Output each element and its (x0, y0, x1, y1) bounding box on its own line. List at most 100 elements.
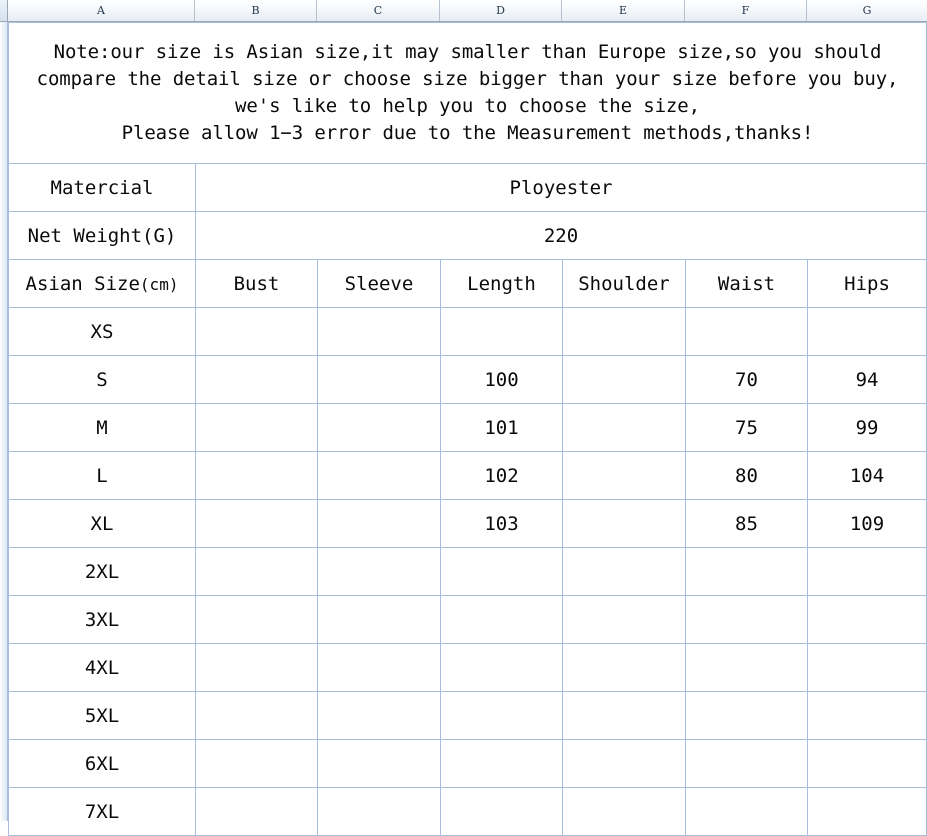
table-row: 6XL (8, 739, 927, 788)
cell-length (440, 595, 563, 644)
cell-waist (685, 595, 808, 644)
note-line-2: compare the detail size or choose size b… (36, 68, 899, 91)
header-asian-size: Asian Size(cm) (8, 259, 196, 308)
header-bust: Bust (195, 259, 318, 308)
cell-shoulder (562, 307, 686, 356)
cell-waist (685, 691, 808, 740)
cell-hips (806, 307, 927, 356)
cell-length (440, 739, 563, 788)
table-row: 3XL (8, 595, 927, 644)
cell-shoulder (562, 787, 686, 836)
cell-bust (195, 547, 318, 596)
note-row: Note:our size is Asian size,it may small… (7, 22, 927, 164)
net-weight-value: 220 (194, 211, 927, 260)
cell-sleeve (317, 787, 441, 836)
cell-bust (195, 355, 318, 404)
table-row: S 100 70 94 (8, 355, 927, 404)
table-row: 5XL (8, 691, 927, 740)
cell-waist (685, 787, 808, 836)
cell-sleeve (317, 403, 441, 452)
cell-waist (685, 547, 808, 596)
column-header-f[interactable]: F (685, 0, 807, 21)
cell-length: 103 (440, 499, 563, 548)
header-waist: Waist (685, 259, 808, 308)
cell-sleeve (317, 547, 441, 596)
cell-sleeve (317, 643, 441, 692)
cell-sleeve (317, 355, 441, 404)
cell-length (440, 643, 563, 692)
cell-length: 100 (440, 355, 563, 404)
cell-hips (806, 787, 927, 836)
cell-hips (806, 739, 927, 788)
cell-length: 102 (440, 451, 563, 500)
cell-hips: 94 (806, 355, 927, 404)
column-header-d[interactable]: D (440, 0, 562, 21)
grid-container: Note:our size is Asian size,it may small… (7, 22, 927, 836)
cell-shoulder (562, 643, 686, 692)
size-chart-table: Note:our size is Asian size,it may small… (7, 22, 927, 836)
cell-bust (195, 691, 318, 740)
note-block: Note:our size is Asian size,it may small… (7, 22, 927, 164)
cell-shoulder (562, 739, 686, 788)
column-header-band: A B C D E F G (0, 0, 927, 22)
cell-shoulder (562, 403, 686, 452)
header-asian-size-main: Asian Size (25, 272, 140, 295)
cell-size: 6XL (8, 739, 196, 788)
column-header-e[interactable]: E (562, 0, 685, 21)
cell-size: 3XL (8, 595, 196, 644)
cell-bust (195, 739, 318, 788)
cell-sleeve (317, 691, 441, 740)
cell-bust (195, 595, 318, 644)
table-row: M 101 75 99 (8, 403, 927, 452)
cell-shoulder (562, 595, 686, 644)
size-table-header-row: Asian Size(cm) Bust Sleeve Length Should… (8, 259, 927, 308)
cell-sleeve (317, 499, 441, 548)
header-shoulder: Shoulder (562, 259, 686, 308)
cell-size: 2XL (8, 547, 196, 596)
cell-length: 101 (440, 403, 563, 452)
column-header-a[interactable]: A (8, 0, 195, 21)
cell-size: XL (8, 499, 196, 548)
select-all-corner[interactable] (0, 0, 8, 21)
header-sleeve: Sleeve (317, 259, 441, 308)
cell-size: 5XL (8, 691, 196, 740)
material-value: Ployester (194, 163, 927, 212)
table-row: 2XL (8, 547, 927, 596)
cell-size: M (8, 403, 196, 452)
material-row: Matercial Ployester (8, 163, 927, 212)
cell-waist (685, 739, 808, 788)
cell-bust (195, 403, 318, 452)
cell-waist: 85 (685, 499, 808, 548)
note-line-3: we's like to help you to choose the size… (235, 95, 700, 117)
cell-sleeve (317, 451, 441, 500)
column-header-g[interactable]: G (807, 0, 927, 21)
cell-bust (195, 787, 318, 836)
note-line-4: Please allow 1−3 error due to the Measur… (121, 121, 814, 144)
cell-hips: 99 (806, 403, 927, 452)
material-label: Matercial (8, 163, 196, 212)
cell-length (440, 691, 563, 740)
cell-size: 7XL (8, 787, 196, 836)
header-asian-size-unit: (cm) (139, 274, 179, 294)
cell-bust (195, 643, 318, 692)
cell-hips (806, 595, 927, 644)
cell-sleeve (317, 739, 441, 788)
cell-hips: 104 (806, 451, 927, 500)
cell-hips (806, 547, 927, 596)
cell-waist: 80 (685, 451, 808, 500)
cell-size: S (8, 355, 196, 404)
table-row: L 102 80 104 (8, 451, 927, 500)
cell-shoulder (562, 691, 686, 740)
cell-size: L (8, 451, 196, 500)
column-header-c[interactable]: C (317, 0, 440, 21)
cell-shoulder (562, 547, 686, 596)
cell-waist (685, 307, 808, 356)
cell-shoulder (562, 499, 686, 548)
cell-waist: 70 (685, 355, 808, 404)
column-header-b[interactable]: B (195, 0, 317, 21)
table-row: 4XL (8, 643, 927, 692)
header-length: Length (440, 259, 563, 308)
cell-bust (195, 451, 318, 500)
spreadsheet-sheet: A B C D E F G Note:our size is Asian siz… (0, 0, 927, 836)
cell-hips (806, 643, 927, 692)
